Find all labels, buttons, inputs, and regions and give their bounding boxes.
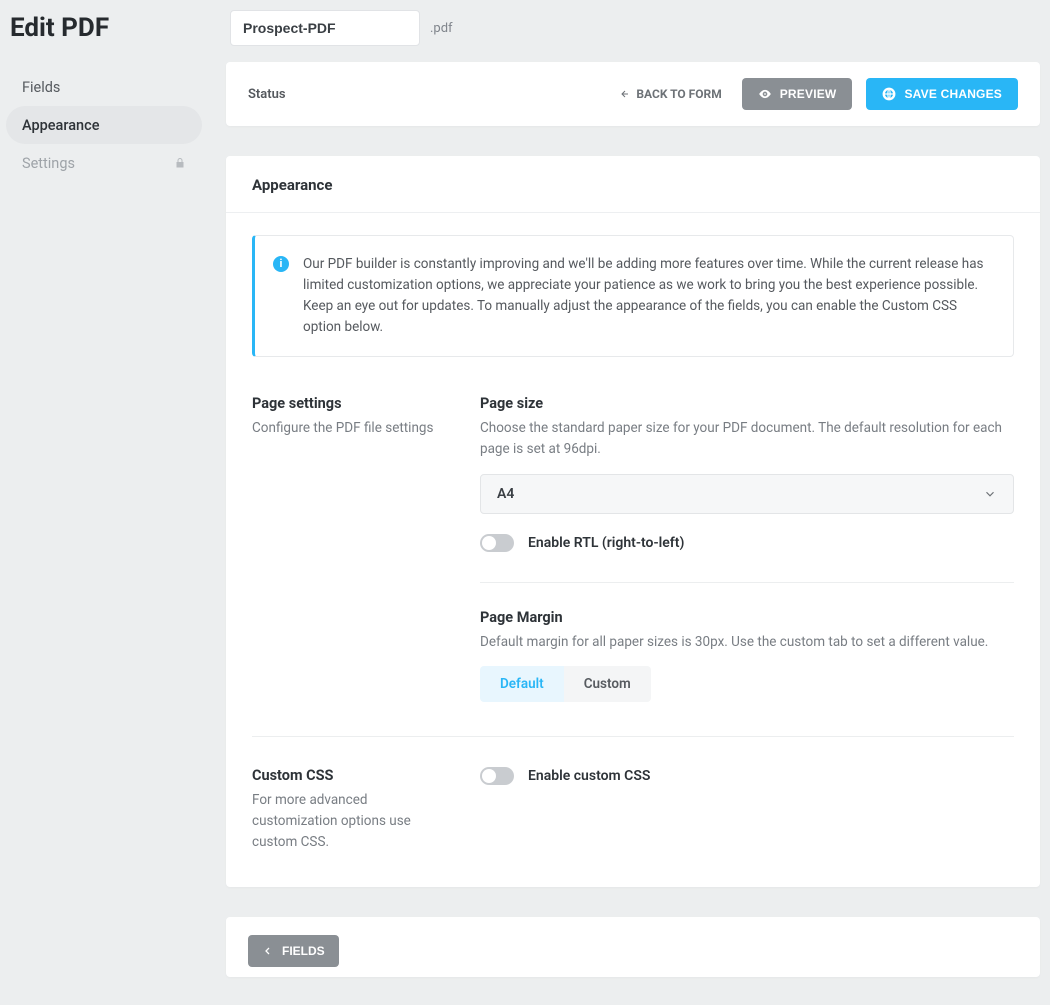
custom-css-toggle-label: Enable custom CSS bbox=[528, 768, 650, 784]
status-bar: Status BACK TO FORM PREVIEW SAVE CHANGES bbox=[226, 62, 1040, 126]
page-settings-title: Page settings bbox=[252, 395, 452, 412]
chevron-down-icon bbox=[983, 487, 997, 501]
preview-button[interactable]: PREVIEW bbox=[742, 78, 853, 110]
rtl-toggle-label: Enable RTL (right-to-left) bbox=[528, 535, 684, 551]
save-changes-button[interactable]: SAVE CHANGES bbox=[866, 78, 1018, 110]
main-content: Status BACK TO FORM PREVIEW SAVE CHANGES bbox=[226, 62, 1040, 995]
globe-icon bbox=[882, 87, 896, 101]
page-size-value: A4 bbox=[497, 486, 514, 502]
divider bbox=[480, 582, 1014, 583]
sidebar-item-appearance[interactable]: Appearance bbox=[6, 106, 202, 144]
arrow-left-icon bbox=[618, 88, 630, 100]
sidebar-item-label: Fields bbox=[22, 79, 60, 96]
filename-input[interactable] bbox=[230, 10, 420, 46]
page-title: Edit PDF bbox=[10, 13, 130, 43]
page-settings-row: Page settings Configure the PDF file set… bbox=[252, 387, 1014, 703]
footer-bar: FIELDS bbox=[226, 917, 1040, 977]
save-changes-button-label: SAVE CHANGES bbox=[904, 87, 1002, 101]
filename-extension: .pdf bbox=[430, 21, 453, 36]
info-text: Our PDF builder is constantly improving … bbox=[303, 254, 995, 338]
back-to-form-link[interactable]: BACK TO FORM bbox=[618, 87, 721, 101]
page-size-help: Choose the standard paper size for your … bbox=[480, 418, 1014, 460]
sidebar: Fields Appearance Settings bbox=[6, 62, 202, 995]
page-size-group: Page size Choose the standard paper size… bbox=[480, 395, 1014, 552]
appearance-heading: Appearance bbox=[226, 156, 1040, 213]
custom-css-title: Custom CSS bbox=[252, 767, 452, 784]
page-size-title: Page size bbox=[480, 395, 1014, 412]
fields-nav-button[interactable]: FIELDS bbox=[248, 935, 339, 967]
page-size-select[interactable]: A4 bbox=[480, 474, 1014, 514]
eye-icon bbox=[758, 87, 772, 101]
sidebar-item-label: Settings bbox=[22, 155, 75, 172]
page-margin-tabs: Default Custom bbox=[480, 666, 651, 702]
fields-nav-label: FIELDS bbox=[282, 944, 325, 958]
filename-group: .pdf bbox=[230, 10, 453, 46]
appearance-card: Appearance i Our PDF builder is constant… bbox=[226, 156, 1040, 887]
status-label: Status bbox=[248, 87, 604, 102]
arrow-left-icon bbox=[262, 945, 274, 957]
sidebar-item-settings[interactable]: Settings bbox=[6, 144, 202, 182]
page-margin-help: Default margin for all paper sizes is 30… bbox=[480, 632, 1014, 653]
preview-button-label: PREVIEW bbox=[780, 87, 837, 101]
custom-css-row: Custom CSS For more advanced customizati… bbox=[252, 736, 1014, 853]
custom-css-toggle[interactable] bbox=[480, 767, 514, 785]
tab-margin-default[interactable]: Default bbox=[480, 666, 564, 702]
info-icon: i bbox=[273, 256, 289, 272]
back-to-form-label: BACK TO FORM bbox=[636, 87, 721, 101]
page-settings-desc: Configure the PDF file settings bbox=[252, 418, 452, 439]
lock-icon bbox=[174, 157, 186, 169]
info-box: i Our PDF builder is constantly improvin… bbox=[252, 235, 1014, 357]
sidebar-item-label: Appearance bbox=[22, 117, 99, 134]
page-margin-group: Page Margin Default margin for all paper… bbox=[480, 609, 1014, 703]
custom-css-desc: For more advanced customization options … bbox=[252, 790, 452, 853]
sidebar-item-fields[interactable]: Fields bbox=[6, 68, 202, 106]
tab-margin-custom[interactable]: Custom bbox=[564, 666, 651, 702]
rtl-toggle[interactable] bbox=[480, 534, 514, 552]
page-margin-title: Page Margin bbox=[480, 609, 1014, 626]
